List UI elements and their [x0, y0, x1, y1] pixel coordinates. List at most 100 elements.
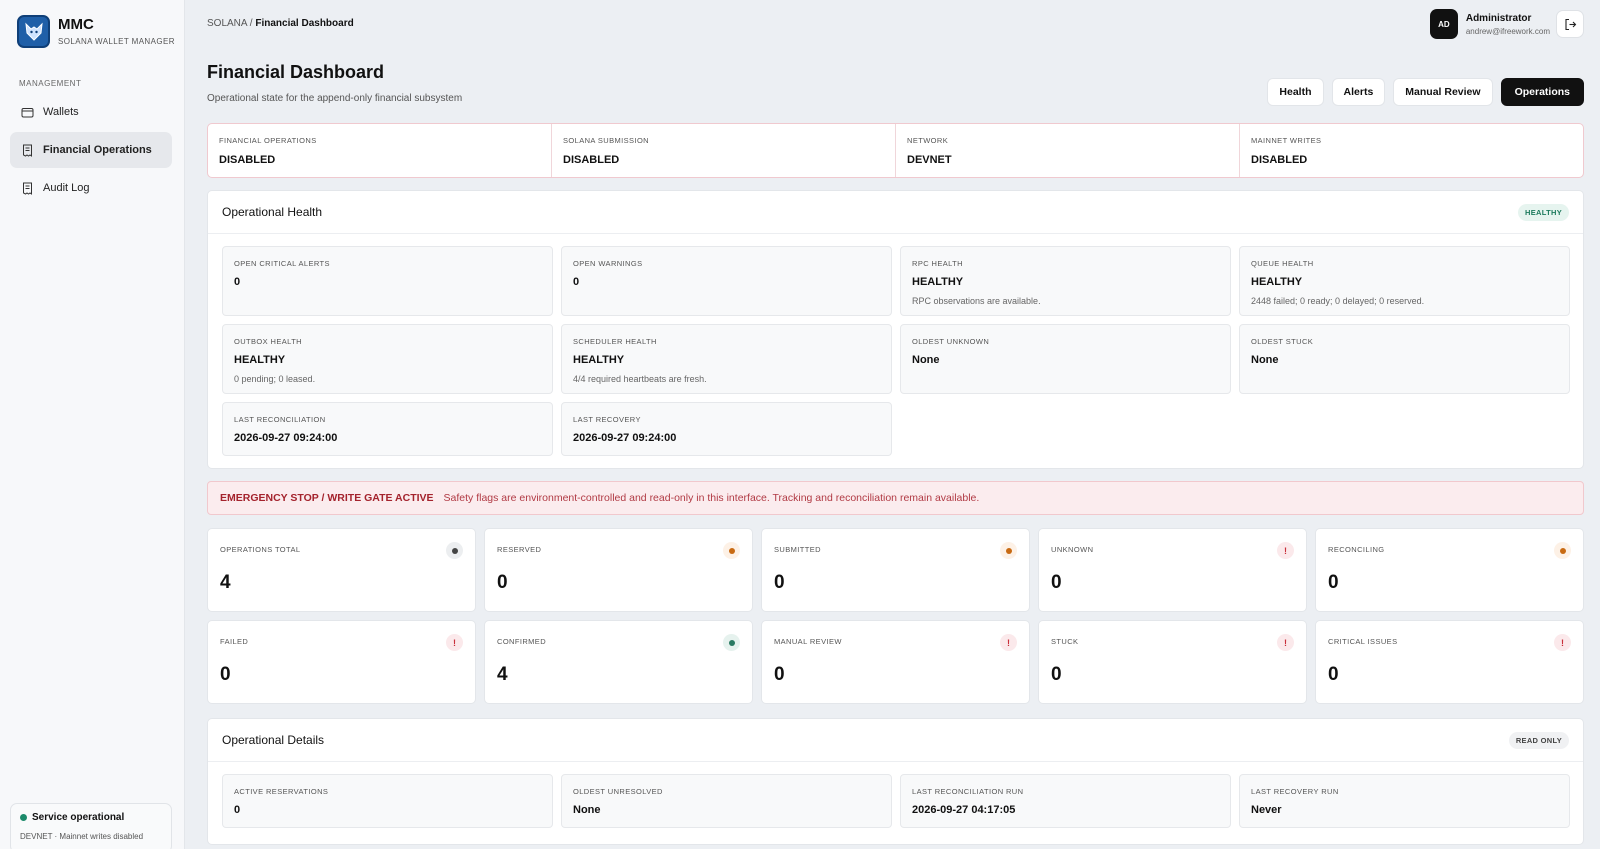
cell-label: LAST RECOVERY	[573, 415, 641, 424]
sidebar-item-audit-log[interactable]: Audit Log	[10, 170, 172, 206]
stat-card: RESERVED 0	[484, 528, 753, 612]
cell-value: Never	[1251, 804, 1282, 816]
stat-label: MANUAL REVIEW	[774, 637, 842, 646]
service-status: Service operational DEVNET · Mainnet wri…	[10, 803, 172, 849]
sidebar-item-label: Financial Operations	[43, 144, 152, 156]
manual-review-button[interactable]: Manual Review	[1393, 78, 1493, 106]
flag-value: DISABLED	[1251, 154, 1308, 166]
cell-label: RPC HEALTH	[912, 259, 963, 268]
cell-note: 0 pending; 0 leased.	[234, 374, 316, 384]
stat-label: UNKNOWN	[1051, 545, 1094, 554]
sidebar-item-label: Wallets	[43, 106, 79, 118]
stat-value: 0	[1051, 572, 1062, 593]
alert-icon: !	[1277, 634, 1294, 651]
cell-value: HEALTHY	[912, 276, 964, 288]
logout-icon	[1564, 18, 1577, 31]
logout-button[interactable]	[1556, 10, 1584, 38]
detail-cell: LAST RECOVERY RUN Never	[1239, 774, 1570, 828]
stat-label: CRITICAL ISSUES	[1328, 637, 1398, 646]
cell-value: 0	[573, 276, 580, 288]
health-cell: OPEN WARNINGS 0	[561, 246, 892, 316]
cell-note: 4/4 required heartbeats are fresh.	[573, 374, 707, 384]
stats-row-2: FAILED! 0 CONFIRMED 4 MANUAL REVIEW! 0 STUC…	[207, 620, 1584, 704]
breadcrumb-current: Financial Dashboard	[255, 18, 354, 29]
flag-value: DISABLED	[563, 154, 620, 166]
brand-subtitle: SOLANA WALLET MANAGER	[58, 37, 175, 46]
stat-label: RESERVED	[497, 545, 542, 554]
stat-label: OPERATIONS TOTAL	[220, 545, 301, 554]
stat-value: 0	[497, 572, 508, 593]
detail-cell: ACTIVE RESERVATIONS 0	[222, 774, 553, 828]
cell-label: OUTBOX HEALTH	[234, 337, 302, 346]
stat-card: UNKNOWN! 0	[1038, 528, 1307, 612]
alert-icon: !	[1000, 634, 1017, 651]
alert-icon: !	[1277, 542, 1294, 559]
flag-financial-operations: FINANCIAL OPERATIONS DISABLED	[208, 124, 552, 177]
stat-card: CRITICAL ISSUES! 0	[1315, 620, 1584, 704]
health-button[interactable]: Health	[1267, 78, 1324, 106]
stat-label: FAILED	[220, 637, 249, 646]
cell-label: LAST RECONCILIATION RUN	[912, 787, 1024, 796]
stat-value: 0	[774, 664, 785, 685]
cell-label: SCHEDULER HEALTH	[573, 337, 657, 346]
user-menu[interactable]: AD Administrator andrew@ifreework.com	[1429, 9, 1550, 39]
emergency-stop-alert: EMERGENCY STOP / WRITE GATE ACTIVE Safet…	[207, 481, 1584, 515]
page-title: Financial Dashboard	[207, 62, 385, 82]
flag-label: NETWORK	[907, 136, 949, 145]
stat-value: 0	[1328, 664, 1339, 685]
sidebar-item-financial-operations[interactable]: Financial Operations	[10, 132, 172, 168]
safety-flags: FINANCIAL OPERATIONS DISABLED SOLANA SUBM…	[207, 123, 1584, 178]
page-subtitle: Operational state for the append-only fi…	[207, 93, 463, 104]
flag-mainnet-writes: MAINNET WRITES DISABLED	[1240, 124, 1583, 177]
stat-card: RECONCILING 0	[1315, 528, 1584, 612]
user-name: Administrator	[1465, 12, 1532, 24]
cell-label: ACTIVE RESERVATIONS	[234, 787, 329, 796]
breadcrumb-root[interactable]: SOLANA /	[207, 18, 255, 29]
cell-label: QUEUE HEALTH	[1251, 259, 1314, 268]
cell-label: OPEN WARNINGS	[573, 259, 643, 268]
page-actions: Health Alerts Manual Review Operations	[1267, 78, 1584, 106]
health-cell: OLDEST STUCK None	[1239, 324, 1570, 394]
stat-value: 4	[220, 572, 231, 593]
stat-card: SUBMITTED 0	[761, 528, 1030, 612]
alert-icon: !	[446, 634, 463, 651]
stat-label: STUCK	[1051, 637, 1079, 646]
status-dot-icon	[20, 814, 27, 821]
cell-label: OLDEST UNRESOLVED	[573, 787, 663, 796]
cell-value: None	[573, 804, 601, 816]
neutral-dot-icon	[446, 542, 463, 559]
cell-value: None	[912, 354, 940, 366]
alerts-button[interactable]: Alerts	[1331, 78, 1386, 106]
cell-label: OLDEST UNKNOWN	[912, 337, 990, 346]
cell-note: 2448 failed; 0 ready; 0 delayed; 0 reser…	[1251, 296, 1425, 306]
user-email: andrew@ifreework.com	[1465, 26, 1550, 36]
sidebar-item-wallets[interactable]: Wallets	[10, 94, 172, 130]
breadcrumb: SOLANA / Financial Dashboard	[207, 18, 354, 29]
stat-value: 0	[220, 664, 231, 685]
avatar: AD	[1429, 9, 1458, 39]
flag-solana-submission: SOLANA SUBMISSION DISABLED	[552, 124, 896, 177]
brand[interactable]: MMC SOLANA WALLET MANAGER	[17, 15, 175, 48]
cell-value: 2026-09-27 04:17:05	[912, 804, 1016, 816]
stat-label: RECONCILING	[1328, 545, 1385, 554]
detail-cell: OLDEST UNRESOLVED None	[561, 774, 892, 828]
operational-details-panel: Operational Details READ ONLY ACTIVE RES…	[207, 718, 1584, 845]
operations-button[interactable]: Operations	[1500, 78, 1584, 106]
service-status-detail: DEVNET · Mainnet writes disabled	[20, 832, 144, 841]
stat-card: STUCK! 0	[1038, 620, 1307, 704]
brand-name: MMC	[58, 16, 94, 33]
cell-label: OPEN CRITICAL ALERTS	[234, 259, 330, 268]
flag-label: FINANCIAL OPERATIONS	[219, 136, 317, 145]
stat-value: 0	[1328, 572, 1339, 593]
cell-value: 2026-09-27 09:24:00	[234, 432, 338, 444]
stat-value: 0	[774, 572, 785, 593]
health-cell: RPC HEALTH HEALTHY RPC observations are av…	[900, 246, 1231, 316]
flag-label: MAINNET WRITES	[1251, 136, 1322, 145]
nav-section-label: MANAGEMENT	[19, 79, 82, 88]
receipt-icon	[21, 144, 34, 157]
stat-label: CONFIRMED	[497, 637, 547, 646]
warning-dot-icon	[1554, 542, 1571, 559]
stat-card: OPERATIONS TOTAL 4	[207, 528, 476, 612]
stat-value: 0	[1051, 664, 1062, 685]
status-badge: READ ONLY	[1508, 731, 1569, 749]
